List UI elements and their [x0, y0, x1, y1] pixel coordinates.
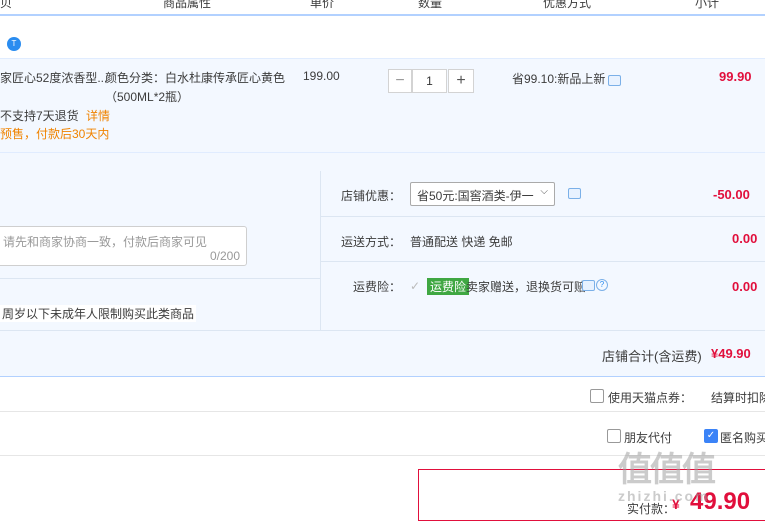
item-title[interactable]: 家匠心52度浓香型...	[0, 69, 107, 86]
chat-icon[interactable]	[568, 188, 581, 199]
watermark-site: zhizhi.com	[618, 488, 710, 504]
points-checkbox[interactable]	[590, 389, 604, 403]
shop-badge-icon[interactable]: T	[7, 37, 21, 51]
option-separator	[0, 278, 320, 279]
message-placeholder: 请先和商家协商一致，付款后商家可见	[3, 235, 208, 249]
message-counter: 0/200	[209, 249, 240, 263]
header-col-qty: 数量	[418, 0, 443, 10]
cart-header: 贝 商品属性 单价 数量 优惠方式 小计	[0, 0, 765, 16]
shop-discount-select[interactable]: 省50元:国窖酒类-伊一 ⌵	[410, 182, 555, 206]
item-unit-price: 199.00	[303, 69, 340, 83]
option-separator	[320, 216, 765, 217]
return-note: 不支持7天退货 详情	[0, 107, 110, 124]
insurance-badge: 运费险	[427, 278, 470, 295]
return-details-link[interactable]: 详情	[86, 109, 110, 123]
chat-icon[interactable]	[608, 75, 621, 86]
shop-total-value: ¥49.90	[711, 346, 751, 361]
points-separator	[0, 411, 765, 412]
shop-total-label: 店铺合计(含运费)	[602, 349, 702, 364]
insurance-text: 卖家赠送，退换货可赔	[466, 280, 587, 294]
qty-minus-button[interactable]: −	[388, 69, 412, 93]
chevron-down-icon: ⌵	[540, 186, 548, 197]
shipping-price: 0.00	[732, 231, 758, 246]
points-label: 使用天猫点券：	[608, 391, 693, 405]
message-input[interactable]: 请先和商家协商一致，付款后商家可见 0/200	[0, 226, 247, 266]
insurance-check-icon[interactable]: ✓	[410, 279, 420, 293]
anonymous-checkbox[interactable]: ✓	[704, 429, 718, 443]
watermark-logo: 值值值	[618, 451, 716, 489]
anonymous-label: 匿名购买	[720, 431, 765, 445]
insurance-price: 0.00	[732, 279, 758, 294]
header-col-attrs: 商品属性	[163, 0, 212, 10]
presale-note: 预售，付款后30天内	[0, 127, 110, 141]
header-col-shop: 贝	[0, 0, 13, 10]
item-discount: 省99.10:新品上新	[512, 72, 606, 86]
shipping-value: 普通配送 快递 免邮	[410, 235, 513, 249]
item-subtotal: 99.90	[719, 69, 752, 84]
help-icon[interactable]: ?	[596, 279, 608, 291]
chat-icon[interactable]	[582, 280, 595, 291]
points-note: 结算时扣除	[711, 391, 765, 405]
insurance-label: 运费险：	[353, 280, 402, 294]
shipping-label: 运送方式：	[341, 235, 402, 249]
age-notice: 周岁以下未成年人限制购买此类商品	[0, 305, 197, 322]
item-attr-line2: （500ML*2瓶）	[105, 90, 190, 104]
shop-discount-value-text: 省50元:国窖酒类-伊一	[417, 189, 534, 203]
shop-discount-amount: -50.00	[713, 187, 750, 202]
qty-plus-button[interactable]: +	[448, 69, 474, 93]
header-col-price: 单价	[310, 0, 335, 10]
quantity-input[interactable]: 1	[412, 69, 447, 93]
shop-discount-label: 店铺优惠：	[341, 189, 402, 203]
friend-pay-checkbox[interactable]	[607, 429, 621, 443]
option-separator	[320, 261, 765, 262]
options-divider	[320, 171, 321, 331]
shop-total-separator	[0, 376, 765, 377]
header-col-discount: 优惠方式	[543, 0, 592, 10]
return-note-text: 不支持7天退货	[0, 109, 79, 123]
header-col-subtotal: 小计	[695, 0, 720, 10]
item-attr-line1: 颜色分类：白水杜康传承匠心黄色	[105, 71, 286, 85]
